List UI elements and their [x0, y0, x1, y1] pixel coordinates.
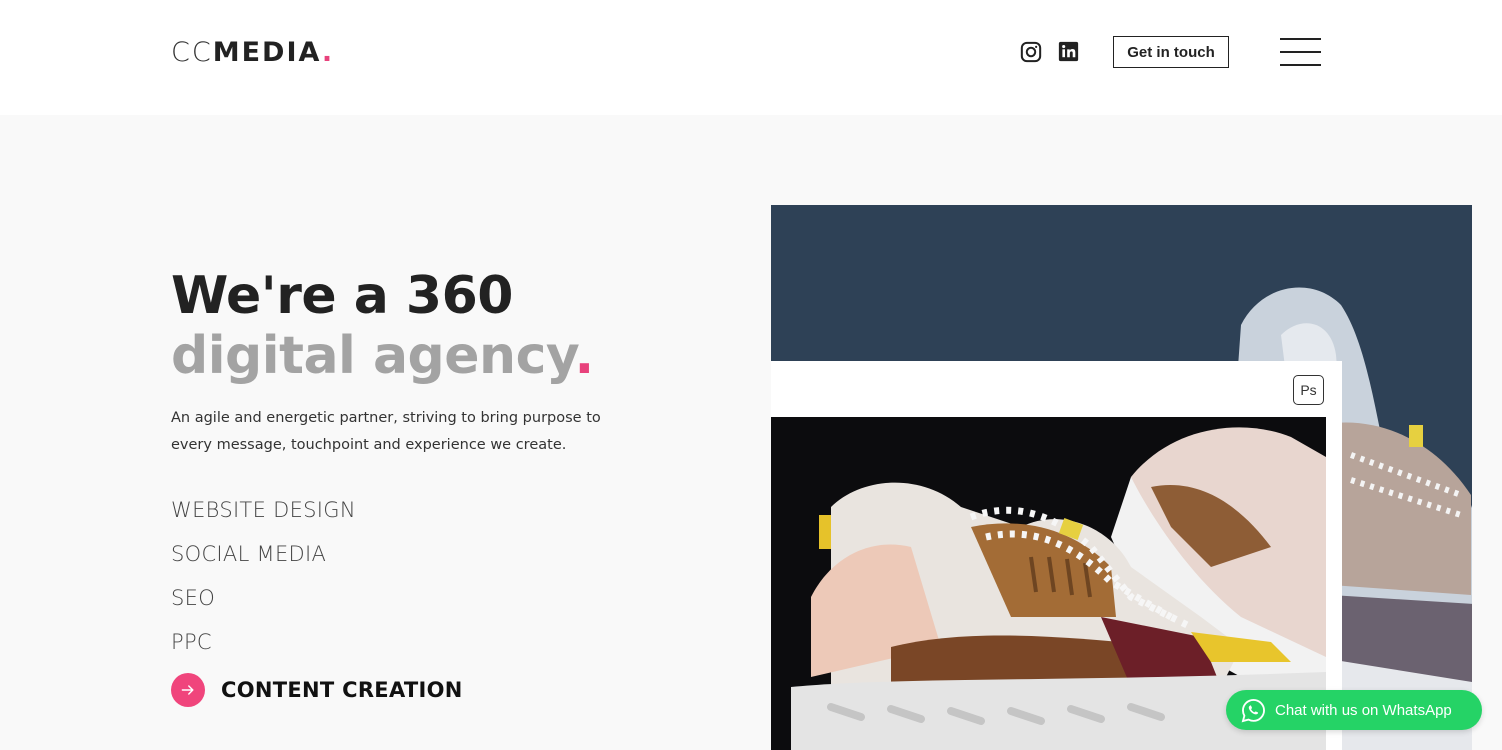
site-header: CCMEDIA. Get in touch: [0, 0, 1502, 115]
whatsapp-chat-label: Chat with us on WhatsApp: [1275, 701, 1452, 719]
menu-bar: [1280, 38, 1321, 40]
whatsapp-icon: [1241, 698, 1265, 722]
whatsapp-chat-button[interactable]: Chat with us on WhatsApp: [1226, 690, 1482, 730]
get-in-touch-button[interactable]: Get in touch: [1113, 36, 1229, 68]
hero-visual: Ps: [771, 205, 1472, 750]
hamburger-menu-icon[interactable]: [1280, 38, 1321, 66]
linkedin-icon[interactable]: [1058, 41, 1080, 63]
service-seo[interactable]: SEO: [171, 580, 463, 624]
menu-bar: [1280, 64, 1321, 66]
logo-dot: .: [321, 37, 335, 68]
logo-part-media: MEDIA: [212, 37, 322, 68]
service-content-creation[interactable]: CONTENT CREATION: [171, 668, 463, 712]
instagram-icon[interactable]: [1020, 41, 1042, 63]
hero-title-line-2: digital agency.: [171, 326, 594, 386]
service-ppc[interactable]: PPC: [171, 624, 463, 668]
hero-title-dot: .: [574, 326, 595, 386]
service-social-media[interactable]: SOCIAL MEDIA: [171, 536, 463, 580]
logo-part-cc: CC: [171, 37, 213, 68]
arrow-right-icon[interactable]: [171, 673, 205, 707]
hero-title-line-2-text: digital agency: [171, 326, 575, 386]
services-list: WEBSITE DESIGN SOCIAL MEDIA SEO PPC CONT…: [171, 492, 463, 712]
service-content-creation-label: CONTENT CREATION: [221, 678, 463, 702]
photoshop-badge: Ps: [1293, 375, 1324, 405]
hero-title: We're a 360 digital agency.: [171, 266, 594, 386]
service-website-design[interactable]: WEBSITE DESIGN: [171, 492, 463, 536]
hero-tagline: An agile and energetic partner, striving…: [171, 410, 601, 453]
hero-title-line-1: We're a 360: [171, 266, 513, 326]
menu-bar: [1280, 51, 1321, 53]
site-logo[interactable]: CCMEDIA.: [171, 38, 334, 68]
